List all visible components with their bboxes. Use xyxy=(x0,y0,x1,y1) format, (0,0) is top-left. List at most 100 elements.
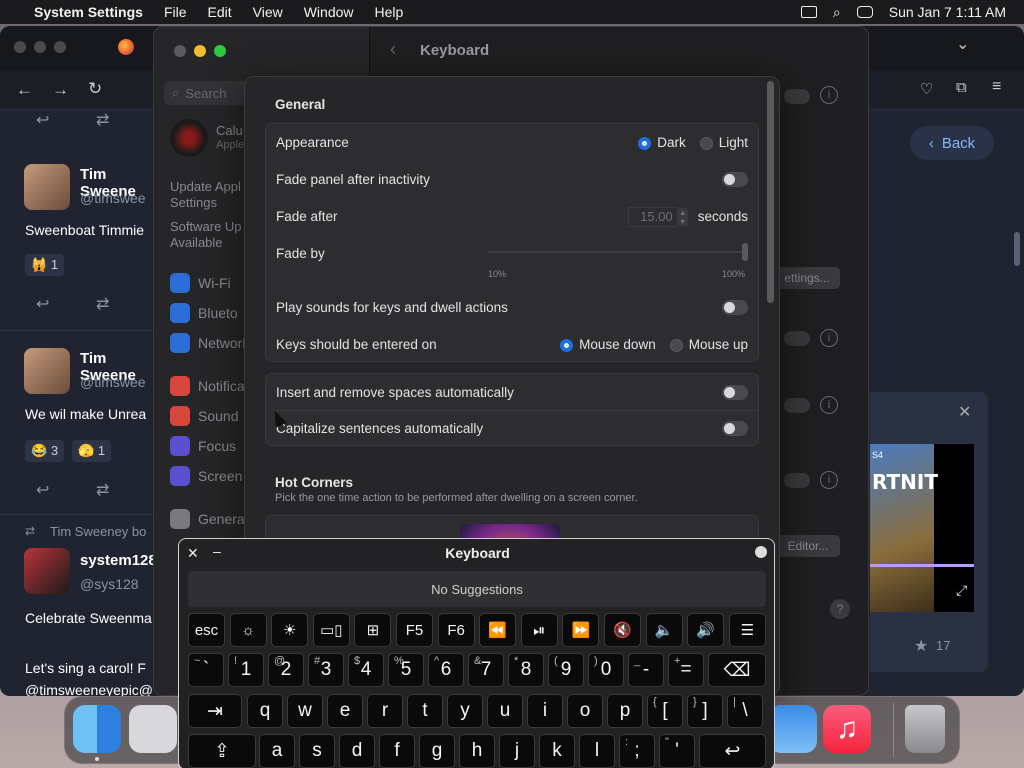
caps-lock-key[interactable]: ⇪ xyxy=(188,734,256,768)
letter-key[interactable]: h xyxy=(459,734,495,768)
back-chevron-icon[interactable]: ‹ xyxy=(390,39,396,60)
fade-by-slider-thumb[interactable] xyxy=(742,243,748,261)
sidebar-item-wifi[interactable]: Wi-Fi xyxy=(170,273,231,293)
symbol-key[interactable]: | \ xyxy=(727,694,763,728)
function-key[interactable]: ☰ xyxy=(728,613,766,647)
function-key[interactable]: ☼ xyxy=(229,613,267,647)
function-key[interactable]: ⏯ xyxy=(520,613,558,647)
reply-icon[interactable]: ↩ xyxy=(36,480,49,500)
info-icon[interactable]: i xyxy=(820,471,838,489)
number-key[interactable]: #3 xyxy=(308,653,344,687)
sidebar-item-sound[interactable]: Sound xyxy=(170,406,238,426)
number-key[interactable]: & 7 xyxy=(468,653,504,687)
scrollbar-thumb[interactable] xyxy=(1014,232,1020,266)
number-key[interactable]: * 8 xyxy=(508,653,544,687)
zoom-dot[interactable] xyxy=(54,41,66,53)
boost-icon[interactable]: ⇄ xyxy=(96,294,109,314)
video-progress-track[interactable] xyxy=(870,564,974,567)
letter-key[interactable]: p xyxy=(607,694,643,728)
menu-file[interactable]: File xyxy=(164,4,187,20)
number-key[interactable]: ~ ` xyxy=(188,653,224,687)
editor-button[interactable]: Editor... xyxy=(776,535,840,557)
tweet-author-handle[interactable]: @sys128 xyxy=(80,576,139,592)
update-settings-link[interactable]: Update Appl Settings xyxy=(170,179,250,211)
menu-view[interactable]: View xyxy=(253,4,283,20)
menu-window[interactable]: Window xyxy=(304,4,354,20)
mouse-up-radio[interactable]: Mouse up xyxy=(669,337,748,352)
sheet-scrollbar[interactable] xyxy=(767,81,774,303)
reaction-badge[interactable]: 🙀 1 xyxy=(25,254,65,276)
sidebar-item-notifications[interactable]: Notifica xyxy=(170,376,245,396)
letter-key[interactable]: k xyxy=(539,734,575,768)
stepper-icon[interactable]: ▴ ▾ xyxy=(677,207,688,226)
software-update-link[interactable]: Software Up Available xyxy=(170,219,250,251)
letter-key[interactable]: r xyxy=(367,694,403,728)
delete-key[interactable]: ⌫ xyxy=(708,653,766,687)
number-key[interactable]: $4 xyxy=(348,653,384,687)
letter-key[interactable]: j xyxy=(499,734,535,768)
letter-key[interactable]: w xyxy=(287,694,323,728)
menu-edit[interactable]: Edit xyxy=(208,4,232,20)
tweet-author-handle[interactable]: @timswee xyxy=(80,374,146,390)
letter-key[interactable]: a xyxy=(259,734,295,768)
letter-key[interactable]: g xyxy=(419,734,455,768)
avatar[interactable] xyxy=(24,164,70,210)
number-key[interactable]: (9 xyxy=(548,653,584,687)
insert-spaces-toggle[interactable] xyxy=(722,385,748,400)
control-center-icon[interactable] xyxy=(856,6,873,18)
tab-key[interactable]: ⇥ xyxy=(188,694,242,728)
toggle[interactable] xyxy=(784,473,810,488)
back-arrow-icon[interactable]: ← xyxy=(16,80,33,100)
fade-inactivity-toggle[interactable] xyxy=(722,172,748,187)
letter-key[interactable]: o xyxy=(567,694,603,728)
number-key[interactable]: _ - xyxy=(628,653,664,687)
function-key[interactable]: 🔈 xyxy=(645,613,683,647)
function-key[interactable]: ⏩ xyxy=(562,613,600,647)
info-icon[interactable]: i xyxy=(820,396,838,414)
app-menu[interactable]: System Settings xyxy=(34,4,143,20)
letter-key[interactable]: y xyxy=(447,694,483,728)
sidebar-item-network[interactable]: Network xyxy=(170,333,249,353)
reply-icon[interactable]: ↩ xyxy=(36,110,49,130)
number-key[interactable]: + = xyxy=(668,653,704,687)
number-key[interactable]: % 5 xyxy=(388,653,424,687)
settings-button[interactable]: ettings... xyxy=(774,267,840,289)
account-avatar[interactable] xyxy=(170,119,208,157)
capitalize-toggle[interactable] xyxy=(722,421,748,436)
fullscreen-icon[interactable]: ⤢ xyxy=(956,582,967,599)
function-key[interactable]: ⊞ xyxy=(354,613,392,647)
info-icon[interactable]: i xyxy=(820,86,838,104)
function-key[interactable]: ⏪ xyxy=(479,613,517,647)
minimize-dot[interactable] xyxy=(194,45,206,57)
close-dot[interactable] xyxy=(14,41,26,53)
back-button[interactable]: ‹ Back xyxy=(910,126,994,160)
symbol-key[interactable]: {[ xyxy=(647,694,683,728)
help-icon[interactable]: ? xyxy=(830,599,850,619)
toggle[interactable] xyxy=(784,89,810,104)
symbol-key[interactable]: }] xyxy=(687,694,723,728)
boost-icon[interactable]: ⇄ xyxy=(96,480,109,500)
tweet-author-name[interactable]: system128 xyxy=(80,552,157,569)
reload-icon[interactable]: ↻ xyxy=(88,79,102,99)
function-key[interactable]: esc xyxy=(188,613,225,647)
reply-icon[interactable]: ↩ xyxy=(36,294,49,314)
letter-key[interactable]: q xyxy=(247,694,283,728)
avatar[interactable] xyxy=(24,548,70,594)
letter-key[interactable]: d xyxy=(339,734,375,768)
symbol-key[interactable]: " ' xyxy=(659,734,695,768)
function-key[interactable]: F6 xyxy=(437,613,475,647)
boost-icon[interactable]: ⇄ xyxy=(96,110,109,130)
star-icon[interactable]: ★ xyxy=(914,636,928,656)
letter-key[interactable]: i xyxy=(527,694,563,728)
toggle[interactable] xyxy=(784,331,810,346)
screen-mirroring-icon[interactable] xyxy=(800,6,817,18)
music-icon[interactable]: ♫ xyxy=(823,705,871,753)
extensions-icon[interactable]: ⧉ xyxy=(956,79,967,96)
number-key[interactable]: ! 1 xyxy=(228,653,264,687)
return-key[interactable]: ↩ xyxy=(699,734,766,768)
function-key[interactable]: ▭▯ xyxy=(312,613,350,647)
number-key[interactable]: ^ 6 xyxy=(428,653,464,687)
mouse-down-radio[interactable]: Mouse down xyxy=(560,337,656,352)
reaction-badge[interactable]: 🫣 1 xyxy=(72,440,112,462)
spotlight-search-icon[interactable]: ⌕ xyxy=(833,4,841,21)
